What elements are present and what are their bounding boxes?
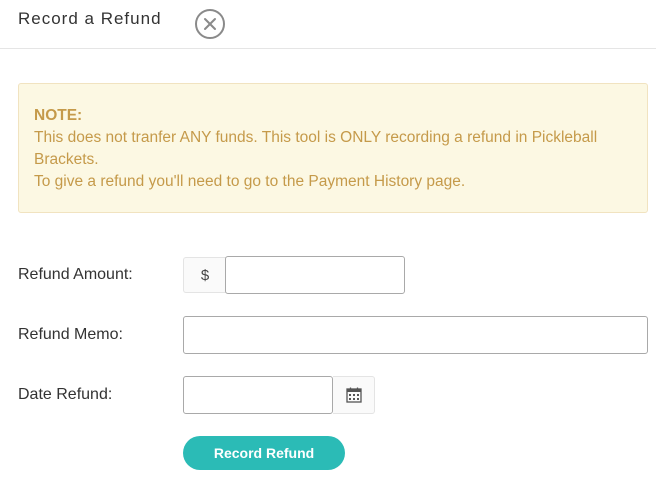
- record-refund-button[interactable]: Record Refund: [183, 436, 345, 470]
- calendar-icon: [345, 387, 362, 403]
- refund-memo-label: Refund Memo:: [18, 326, 123, 343]
- modal-header: Record a Refund: [0, 0, 656, 49]
- date-refund-input[interactable]: [183, 376, 333, 414]
- refund-note-alert: NOTE: This does not tranfer ANY funds. T…: [18, 83, 648, 213]
- calendar-button[interactable]: [333, 376, 375, 414]
- modal-title: Record a Refund: [18, 9, 162, 28]
- refund-amount-label: Refund Amount:: [18, 266, 133, 283]
- close-button[interactable]: [195, 9, 225, 39]
- note-instruction-text: To give a refund you'll need to go to th…: [34, 173, 466, 190]
- refund-memo-input[interactable]: [183, 316, 648, 354]
- currency-addon: $: [183, 257, 226, 293]
- currency-symbol: $: [200, 266, 210, 284]
- note-warning-text: This does not tranfer ANY funds. This to…: [34, 129, 598, 168]
- close-circle-icon: [204, 18, 216, 30]
- refund-amount-input[interactable]: [225, 256, 405, 294]
- date-refund-label: Date Refund:: [18, 386, 113, 403]
- note-heading: NOTE:: [34, 107, 83, 124]
